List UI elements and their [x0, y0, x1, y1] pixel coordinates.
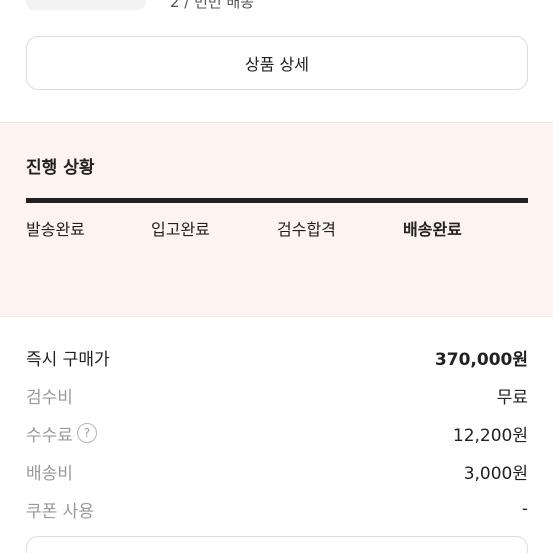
step-received: 입고완료	[151, 220, 210, 239]
product-thumbnail	[26, 0, 146, 10]
order-detail-page: 2 / 번번 배송 상품 상세 진행 상황 발송완료 입고완료 검수합격 배송완…	[0, 0, 553, 553]
product-detail-button[interactable]: 상품 상세	[26, 36, 528, 90]
bottom-button-cropped[interactable]	[26, 536, 528, 553]
step-delivered: 배송완료	[403, 220, 462, 239]
price-row-commission: 수수료 ? 12,200원	[26, 414, 528, 452]
progress-bar-fill	[26, 198, 528, 203]
inspection-fee-value: 무료	[496, 387, 528, 408]
product-summary-partial-text: 2 / 번번 배송	[170, 0, 255, 11]
commission-label: 수수료	[26, 425, 73, 446]
help-icon[interactable]: ?	[76, 423, 97, 443]
progress-bar	[26, 198, 528, 203]
step-inspection-passed: 검수합격	[277, 220, 336, 239]
step-shipped: 발송완료	[26, 220, 85, 239]
price-breakdown: 즉시 구매가 370,000원 검수비 무료 수수료 ? 12,200원 배송비…	[26, 338, 528, 528]
shipping-fee-value: 3,000원	[463, 463, 528, 484]
shipping-fee-label: 배송비	[26, 463, 73, 484]
section-divider	[0, 316, 553, 317]
price-row-buy-now: 즉시 구매가 370,000원	[26, 338, 528, 376]
commission-label-group: 수수료 ?	[26, 421, 97, 446]
commission-value: 12,200원	[452, 425, 528, 446]
price-row-coupon: 쿠폰 사용 -	[26, 490, 528, 528]
product-summary-cropped: 2 / 번번 배송	[0, 0, 553, 24]
buy-now-label: 즉시 구매가	[26, 349, 110, 370]
product-detail-button-label: 상품 상세	[245, 55, 309, 74]
price-row-shipping: 배송비 3,000원	[26, 452, 528, 490]
coupon-value: -	[521, 499, 528, 519]
progress-section: 진행 상황 발송완료 입고완료 검수합격 배송완료	[0, 123, 553, 316]
progress-title: 진행 상황	[26, 158, 95, 178]
inspection-fee-label: 검수비	[26, 387, 73, 408]
buy-now-value: 370,000원	[434, 349, 528, 370]
coupon-label: 쿠폰 사용	[26, 501, 94, 522]
price-row-inspection: 검수비 무료	[26, 376, 528, 414]
